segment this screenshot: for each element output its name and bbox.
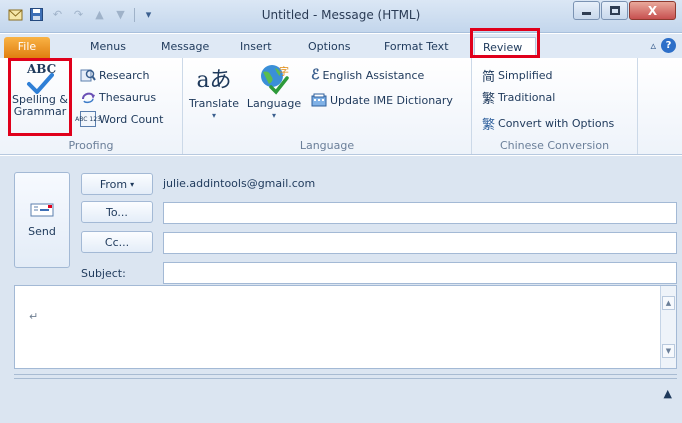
scroll-up-icon[interactable]: ▲ (662, 296, 675, 310)
tab-options[interactable]: Options (300, 37, 358, 58)
window-controls: X (573, 1, 676, 20)
tab-file[interactable]: File (4, 37, 50, 58)
ribbon-tab-bar: File Menus Message Insert Options Format… (0, 34, 682, 58)
simplified-label: Simplified (498, 68, 553, 82)
language-button[interactable]: 字 Language ▾ (241, 62, 307, 122)
convert-icon: 繁 (482, 117, 496, 133)
from-address: julie.addintools@gmail.com (163, 177, 316, 190)
translate-button[interactable]: aあ Translate ▾ (189, 62, 239, 122)
research-button[interactable]: Research (80, 65, 149, 85)
update-ime-icon (311, 93, 327, 107)
maximize-icon (609, 6, 620, 15)
message-compose-area: Send From ▾ julie.addintools@gmail.com T… (0, 156, 682, 423)
send-button[interactable]: Send (14, 172, 70, 268)
collapse-ribbon-icon[interactable]: ▵ (650, 39, 656, 52)
dropdown-arrow-icon: ▾ (211, 111, 216, 120)
group-label-proofing: Proofing (68, 139, 114, 152)
scroll-down-icon[interactable]: ▼ (662, 344, 675, 358)
minimize-button[interactable] (573, 1, 600, 20)
help-icon[interactable]: ? (661, 38, 676, 53)
thesaurus-button[interactable]: Thesaurus (80, 87, 156, 107)
pane-splitter[interactable] (14, 374, 677, 379)
cc-button[interactable]: Cc... (81, 231, 153, 253)
subject-field[interactable] (163, 262, 677, 284)
cc-field[interactable] (163, 232, 677, 254)
spelling-grammar-button[interactable]: ABC Spelling & Grammar (8, 62, 72, 118)
english-assistance-label: English Assistance (322, 68, 425, 82)
translate-label: Translate (189, 97, 239, 110)
word-count-label: Word Count (99, 112, 164, 126)
paragraph-mark: ↵ (29, 310, 39, 323)
to-button[interactable]: To... (81, 201, 153, 223)
send-label: Send (28, 225, 56, 238)
group-language: aあ Translate ▾ 字 Language ▾ ℰ English As… (183, 58, 472, 154)
research-icon (80, 67, 96, 83)
language-icon: 字 (241, 62, 307, 98)
tab-message[interactable]: Message (153, 37, 217, 58)
word-count-button[interactable]: ABC 123 Word Count (75, 109, 164, 129)
tab-menus[interactable]: Menus (82, 37, 134, 58)
dropdown-arrow-icon: ▾ (271, 111, 276, 120)
to-field[interactable] (163, 202, 677, 224)
send-icon (15, 203, 69, 221)
convert-with-options-button[interactable]: 繁 Convert with Options (482, 113, 614, 133)
body-scrollbar[interactable]: ▲ ▼ (660, 286, 676, 368)
tab-format-text[interactable]: Format Text (376, 37, 457, 58)
spelling-icon: ABC (8, 62, 72, 94)
simplified-button[interactable]: 简 Simplified (482, 65, 553, 85)
from-button[interactable]: From ▾ (81, 173, 153, 195)
thesaurus-icon (80, 89, 96, 105)
english-assistance-icon: ℰ (311, 67, 320, 83)
language-label: Language (246, 97, 302, 110)
close-icon: X (647, 3, 658, 18)
subject-label: Subject: (81, 267, 126, 280)
tab-insert[interactable]: Insert (232, 37, 280, 58)
translate-icon: aあ (196, 68, 232, 93)
message-body-editor[interactable]: ↵ ▲ ▼ (14, 285, 677, 369)
traditional-icon: 繁 (482, 91, 496, 107)
group-label-chinese-conversion: Chinese Conversion (499, 139, 610, 152)
update-ime-button[interactable]: Update IME Dictionary (311, 90, 453, 110)
svg-text:字: 字 (279, 65, 289, 78)
word-count-icon: ABC 123 (75, 111, 101, 127)
update-ime-label: Update IME Dictionary (330, 93, 453, 107)
tab-bar-icons: ▵ ? (650, 38, 676, 53)
minimize-icon (582, 12, 591, 15)
tab-review[interactable]: Review (474, 37, 536, 58)
title-bar: ↶ ↷ ▲ ▼ ▾ Untitled - Message (HTML) X (0, 0, 682, 33)
ribbon: ABC Spelling & Grammar Research Thesauru… (0, 58, 682, 155)
research-label: Research (99, 68, 150, 82)
thesaurus-label: Thesaurus (99, 90, 157, 104)
maximize-button[interactable] (601, 1, 628, 20)
group-chinese-conversion: 简 Simplified 繁 Traditional 繁 Convert wit… (472, 58, 638, 154)
english-assistance-button[interactable]: ℰ English Assistance (311, 65, 424, 85)
dropdown-arrow-icon: ▾ (130, 179, 135, 189)
group-proofing: ABC Spelling & Grammar Research Thesauru… (0, 58, 183, 154)
simplified-icon: 简 (482, 69, 496, 85)
traditional-button[interactable]: 繁 Traditional (482, 87, 555, 107)
convert-with-options-label: Convert with Options (498, 116, 615, 130)
close-button[interactable]: X (629, 1, 676, 20)
spelling-grammar-label-line2: Grammar (13, 105, 67, 118)
from-label: From (99, 177, 128, 191)
expand-icon[interactable]: ▲ (664, 387, 672, 400)
traditional-label: Traditional (498, 90, 556, 104)
group-label-language: Language (299, 139, 355, 152)
